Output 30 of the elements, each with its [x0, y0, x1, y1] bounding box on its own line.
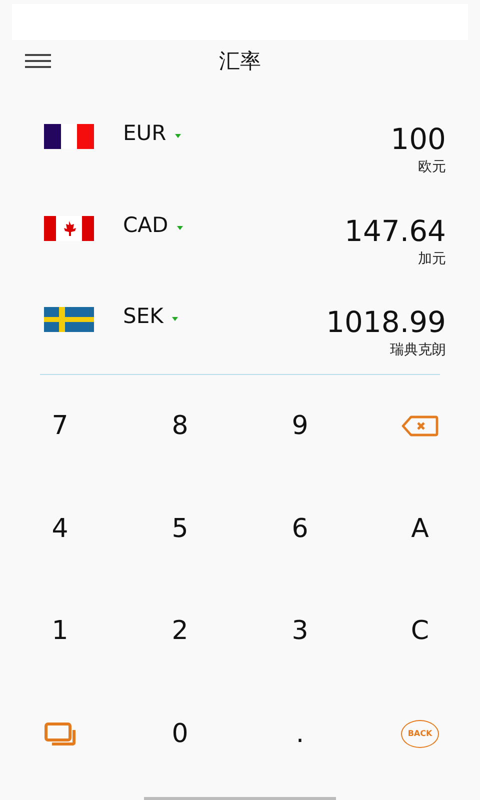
- keypad-key[interactable]: 2: [164, 612, 196, 650]
- currency-selector[interactable]: CAD: [123, 213, 168, 237]
- amount-value[interactable]: 147.64: [344, 214, 446, 248]
- caret-icon[interactable]: [175, 134, 182, 138]
- caret-icon[interactable]: [177, 226, 184, 230]
- caret-icon[interactable]: [172, 317, 178, 321]
- currency-selector[interactable]: EUR: [123, 121, 166, 145]
- keypad-key[interactable]: 1: [44, 612, 76, 650]
- keypad-key[interactable]: C: [402, 612, 438, 650]
- page-title: 汇率: [218, 48, 262, 75]
- keypad-key[interactable]: 9: [284, 407, 316, 446]
- currency-selector[interactable]: SEK: [123, 304, 164, 328]
- keypad-key[interactable]: 5: [164, 510, 196, 548]
- keypad-key[interactable]: 7: [44, 407, 76, 446]
- tricolor-flag-icon: [44, 124, 94, 149]
- leaf-flag-icon: [44, 216, 94, 241]
- keypad-key[interactable]: 4: [44, 510, 76, 548]
- currency-name: 欧元: [418, 158, 446, 176]
- menu-icon[interactable]: [25, 54, 51, 68]
- keypad-key[interactable]: .: [288, 714, 312, 753]
- keypad-key[interactable]: 6: [284, 510, 316, 548]
- cross-flag-icon: [44, 307, 94, 332]
- currency-name: 瑞典克朗: [390, 341, 446, 359]
- keypad-key[interactable]: 3: [284, 612, 316, 650]
- keypad-key[interactable]: A: [403, 510, 437, 548]
- currency-name: 加元: [418, 250, 446, 268]
- keypad-key[interactable]: 0: [164, 714, 196, 753]
- amount-value[interactable]: 1018.99: [326, 305, 446, 339]
- amount-value[interactable]: 100: [390, 122, 446, 156]
- keypad-key[interactable]: 8: [164, 407, 196, 446]
